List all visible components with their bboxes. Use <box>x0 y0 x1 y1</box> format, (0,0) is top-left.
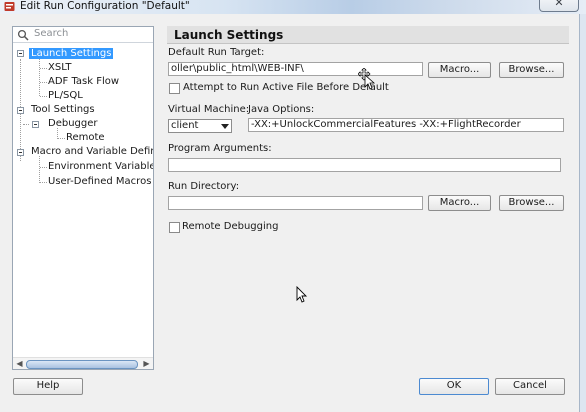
app-icon <box>4 2 15 11</box>
tree-line <box>40 82 47 83</box>
scroll-left-icon[interactable]: ◀ <box>14 358 25 369</box>
virtual-machine-label: Virtual Machine: <box>168 104 250 115</box>
tree-item-debugger[interactable]: Debugger <box>48 118 98 130</box>
collapse-toggle[interactable] <box>17 107 24 114</box>
settings-tree-panel: Search Launch Settings XSLT ADF Task Flo… <box>12 26 154 370</box>
tree-line <box>39 156 40 183</box>
window-border <box>579 14 586 412</box>
collapse-toggle[interactable] <box>32 121 39 128</box>
browse-button-2[interactable]: Browse... <box>499 195 564 211</box>
search-icon <box>17 29 29 41</box>
run-directory-field[interactable] <box>168 196 423 210</box>
java-options-field[interactable]: -XX:+UnlockCommercialFeatures -XX:+Fligh… <box>248 118 564 132</box>
tree-line <box>40 96 47 97</box>
virtual-machine-select[interactable]: client <box>168 119 232 133</box>
macro-button[interactable]: Macro... <box>428 62 491 78</box>
attempt-run-active-checkbox[interactable] <box>169 83 180 94</box>
default-run-target-field[interactable]: oller\public_html\WEB-INF\ <box>168 62 423 76</box>
dialog-window: Edit Run Configuration "Default" ✕ Searc… <box>0 0 586 412</box>
tree-item-environment-variables[interactable]: Environment Variables <box>48 161 153 173</box>
search-input[interactable]: Search <box>34 28 68 39</box>
scroll-thumb[interactable] <box>26 360 138 369</box>
default-run-target-label: Default Run Target: <box>168 47 265 58</box>
program-arguments-label: Program Arguments: <box>168 143 272 154</box>
section-header: Launch Settings <box>167 26 569 44</box>
cancel-button[interactable]: Cancel <box>495 378 565 395</box>
run-directory-label: Run Directory: <box>168 181 240 192</box>
remote-debugging-label: Remote Debugging <box>182 221 279 232</box>
tree-item-tool-settings[interactable]: Tool Settings <box>31 104 95 116</box>
tree-line <box>23 124 29 125</box>
program-arguments-field[interactable] <box>168 158 561 172</box>
tree-item-macro-variable-definitions[interactable]: Macro and Variable Definitions <box>31 146 153 158</box>
help-button[interactable]: Help <box>13 378 83 395</box>
tree-item-user-defined-macros[interactable]: User-Defined Macros <box>48 176 151 188</box>
collapse-toggle[interactable] <box>17 149 24 156</box>
move-cursor-icon <box>358 68 376 90</box>
chevron-down-icon <box>221 124 229 129</box>
tree-line <box>40 182 47 183</box>
tree-item-xslt[interactable]: XSLT <box>48 62 72 74</box>
ok-button[interactable]: OK <box>419 378 489 395</box>
tree-line <box>58 138 65 139</box>
window-title: Edit Run Configuration "Default" <box>20 0 190 12</box>
browse-button[interactable]: Browse... <box>499 62 564 78</box>
tree-item-plsql[interactable]: PL/SQL <box>48 90 83 102</box>
tree-item-adf-task-flow[interactable]: ADF Task Flow <box>48 76 119 88</box>
section-title: Launch Settings <box>174 28 284 42</box>
java-options-label: Java Options: <box>248 104 315 115</box>
tree-line <box>39 59 40 96</box>
tree-item-label: Launch Settings <box>29 48 114 59</box>
title-bar: Edit Run Configuration "Default" ✕ <box>0 0 586 14</box>
pointer-cursor-icon <box>296 286 308 303</box>
remote-debugging-checkbox[interactable] <box>169 222 180 233</box>
tree-item-launch-settings[interactable]: Launch Settings <box>29 48 114 60</box>
virtual-machine-value: client <box>171 120 199 131</box>
tree-line <box>40 167 47 168</box>
close-button[interactable]: ✕ <box>539 0 579 12</box>
tree-item-remote[interactable]: Remote <box>66 132 105 144</box>
scroll-right-icon[interactable]: ▶ <box>141 358 152 369</box>
collapse-toggle[interactable] <box>17 50 24 57</box>
macro-button-2[interactable]: Macro... <box>428 195 491 211</box>
tree-line <box>40 68 47 69</box>
horizontal-scrollbar[interactable]: ◀ ▶ <box>13 357 153 369</box>
search-box[interactable]: Search <box>13 27 153 43</box>
close-icon: ✕ <box>554 0 564 9</box>
